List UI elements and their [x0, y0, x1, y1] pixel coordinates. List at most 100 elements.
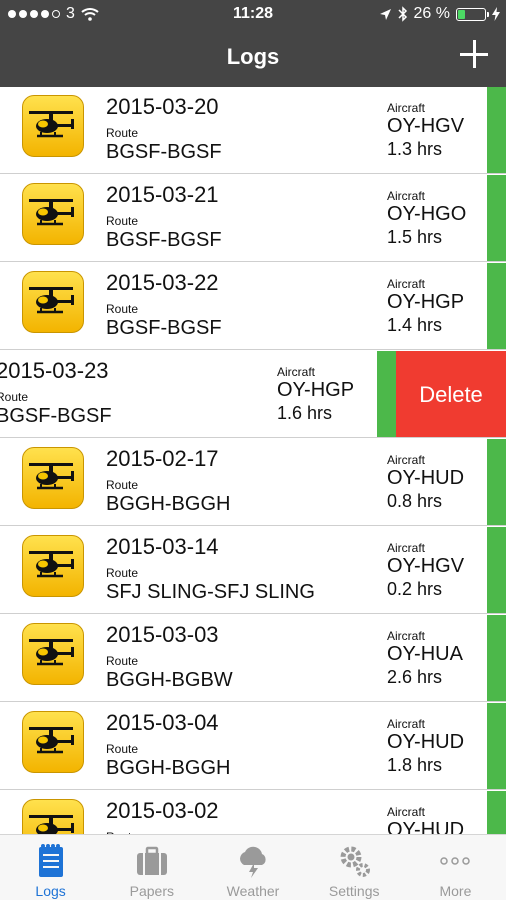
- helicopter-icon: [22, 95, 84, 157]
- log-row-content: 2015-03-03 Route BGGH-BGBW Aircraft OY-HUA 2.…: [0, 615, 506, 701]
- tab-settings[interactable]: Settings: [304, 835, 405, 900]
- status-indicator-bar: [487, 439, 506, 525]
- log-hours: 1.8 hrs: [387, 755, 443, 775]
- tab-label: Papers: [129, 883, 174, 899]
- battery-icon: [456, 7, 489, 21]
- add-log-button[interactable]: [460, 40, 488, 68]
- tab-label: More: [439, 883, 472, 899]
- helicopter-icon: [22, 623, 84, 685]
- log-date: 2015-02-17: [106, 446, 219, 471]
- log-hours: 0.8 hrs: [387, 491, 443, 511]
- route-label: Route: [106, 126, 139, 140]
- aircraft-label: Aircraft: [387, 189, 426, 203]
- log-row[interactable]: 2015-02-17 Route BGGH-BGGH Aircraft OY-HUD 0.…: [0, 439, 506, 526]
- status-indicator-bar: [487, 263, 506, 349]
- route-label: Route: [106, 742, 139, 756]
- status-indicator-bar: [487, 87, 506, 173]
- helicopter-icon: [22, 535, 84, 597]
- log-date: 2015-03-14: [106, 534, 219, 559]
- aircraft-label: Aircraft: [387, 277, 426, 291]
- route-label: Route: [106, 478, 139, 492]
- delete-button[interactable]: Delete: [396, 351, 506, 437]
- log-row[interactable]: 2015-03-14 Route SFJ SLING-SFJ SLING Aircra…: [0, 527, 506, 614]
- log-hours: 2.6 hrs: [387, 667, 443, 687]
- log-hours: 1.3 hrs: [387, 139, 443, 159]
- log-date: 2015-03-02: [106, 798, 219, 823]
- log-hours: 0.2 hrs: [387, 579, 443, 599]
- log-row[interactable]: 2015-03-23 RouteBGSF-BGSF AircraftOY-HGP1.…: [0, 351, 506, 438]
- tab-label: Settings: [328, 883, 380, 899]
- log-route: BGGH-BGGH: [106, 757, 231, 779]
- log-row[interactable]: 2015-03-04 Route BGGH-BGGH Aircraft OY-HUD 1.…: [0, 703, 506, 790]
- log-aircraft: OY-HUD: [387, 731, 465, 753]
- tab-label: Weather: [226, 883, 280, 899]
- log-date: 2015-03-21: [106, 182, 219, 207]
- log-route: SFJ SLING-SFJ SLING: [106, 581, 315, 603]
- log-aircraft: OY-HUD: [387, 467, 465, 489]
- log-aircraft: OY-HGV: [387, 115, 465, 137]
- log-aircraft: OY-HGP: [387, 291, 465, 313]
- battery-percent: 26 %: [413, 5, 450, 22]
- page-title: Logs: [226, 44, 280, 69]
- charging-bolt-icon: [492, 7, 500, 21]
- log-row[interactable]: 2015-03-03 Route BGGH-BGBW Aircraft OY-HUA 2.…: [0, 615, 506, 702]
- log-date: 2015-03-03: [106, 622, 219, 647]
- tab-weather[interactable]: Weather: [202, 835, 303, 900]
- log-route: BGSF-BGSF: [0, 405, 112, 427]
- location-arrow-icon: [379, 8, 391, 20]
- bluetooth-icon: [398, 6, 407, 22]
- log-row-content: 2015-02-17 Route BGGH-BGGH Aircraft OY-HUD 0.…: [0, 439, 506, 525]
- log-row[interactable]: 2015-03-02RouteAircraftOY-HUD: [0, 791, 506, 834]
- log-row[interactable]: 2015-03-20 Route BGSF-BGSF Aircraft OY-HGV 1.…: [0, 87, 506, 174]
- log-list[interactable]: 2015-03-20 Route BGSF-BGSF Aircraft OY-HGV 1.…: [0, 87, 506, 834]
- log-date: 2015-03-20: [106, 94, 219, 119]
- status-indicator-bar: [487, 527, 506, 613]
- log-row-content: 2015-03-21 Route BGSF-BGSF Aircraft OY-HGO 1.…: [0, 175, 506, 261]
- helicopter-icon: [22, 799, 84, 834]
- status-indicator-bar: [487, 615, 506, 701]
- aircraft-label: Aircraft: [387, 805, 426, 819]
- route-label: Route: [0, 390, 29, 404]
- navigation-bar: 3 11:28 26 % Logs: [0, 0, 506, 87]
- log-aircraft: OY-HUA: [387, 643, 463, 665]
- log-route: BGSF-BGSF: [106, 317, 222, 339]
- log-row-content: 2015-03-20 Route BGSF-BGSF Aircraft OY-HGV 1.…: [0, 87, 506, 173]
- log-route: BGSF-BGSF: [106, 229, 222, 251]
- more-dots-icon: [437, 843, 473, 879]
- helicopter-icon: [22, 711, 84, 773]
- log-row[interactable]: 2015-03-22 Route BGSF-BGSF Aircraft OY-HGP 1.…: [0, 263, 506, 350]
- log-route: BGGH-BGBW: [106, 669, 233, 691]
- briefcase-icon: [134, 843, 170, 879]
- log-row-content: 2015-03-22 Route BGSF-BGSF Aircraft OY-HGP 1.…: [0, 263, 506, 349]
- tab-bar: Logs Papers Weather Settings More: [0, 834, 506, 900]
- log-aircraft: OY-HUD: [387, 819, 465, 834]
- status-indicator-bar: [487, 791, 506, 834]
- notepad-icon: [33, 843, 69, 879]
- aircraft-label: Aircraft: [387, 101, 426, 115]
- helicopter-icon: [22, 183, 84, 245]
- log-route: BGSF-BGSF: [106, 141, 222, 163]
- log-row-content: 2015-03-04 Route BGGH-BGGH Aircraft OY-HUD 1.…: [0, 703, 506, 789]
- log-row-content: 2015-03-02RouteAircraftOY-HUD: [0, 791, 506, 834]
- route-label: Route: [106, 654, 139, 668]
- tab-more[interactable]: More: [405, 835, 506, 900]
- tab-papers[interactable]: Papers: [101, 835, 202, 900]
- log-hours: 1.6 hrs: [277, 403, 333, 423]
- log-row-content: 2015-03-23 RouteBGSF-BGSF AircraftOY-HGP1.…: [0, 351, 396, 437]
- route-label: Route: [106, 566, 139, 580]
- helicopter-icon: [22, 447, 84, 509]
- tab-logs[interactable]: Logs: [0, 835, 101, 900]
- log-aircraft: OY-HGO: [387, 203, 467, 225]
- helicopter-icon: [22, 271, 84, 333]
- aircraft-label: Aircraft: [387, 717, 426, 731]
- route-label: Route: [106, 302, 139, 316]
- tab-label: Logs: [35, 883, 66, 899]
- log-row[interactable]: 2015-03-21 Route BGSF-BGSF Aircraft OY-HGO 1.…: [0, 175, 506, 262]
- aircraft-label: Aircraft: [387, 541, 426, 555]
- status-indicator-bar: [487, 703, 506, 789]
- status-indicator-bar: [377, 351, 396, 437]
- log-aircraft: OY-HGV: [387, 555, 465, 577]
- aircraft-label: Aircraft: [387, 453, 426, 467]
- aircraft-label: Aircraft: [277, 365, 316, 379]
- log-hours: 1.5 hrs: [387, 227, 443, 247]
